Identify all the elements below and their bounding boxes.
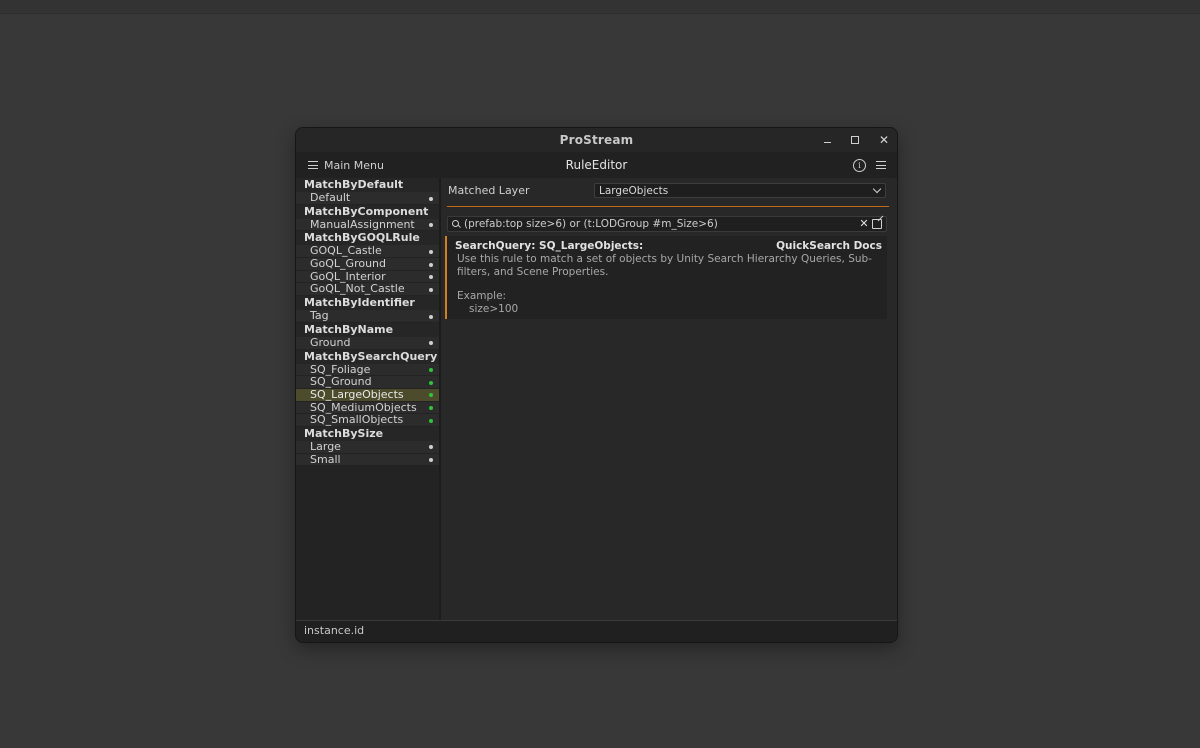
prostream-window: ProStream ✕ Main Menu RuleEditor i Match… [295,127,898,643]
active-status-dot-icon [429,380,433,385]
matched-layer-dropdown[interactable]: LargeObjects [594,183,886,198]
window-title: ProStream [559,133,634,147]
rule-item-label: Ground [310,335,351,349]
rule-group-header[interactable]: MatchByComponent [296,204,439,219]
active-status-dot-icon [429,406,433,411]
rule-help-panel: SearchQuery: SQ_LargeObjects: QuickSearc… [445,236,887,319]
rule-group-header[interactable]: MatchByDefault [296,178,439,192]
status-dot-icon [429,223,433,228]
clear-search-button[interactable]: ✕ [859,217,869,231]
rule-group-header[interactable]: MatchBySize [296,426,439,441]
maximize-icon [851,136,859,144]
status-dot-icon [429,287,433,292]
search-query-text[interactable]: (prefab:top size>6) or (t:LODGroup #m_Si… [464,217,718,231]
rule-list-item[interactable]: SQ_SmallObjects [296,413,439,427]
search-query-input[interactable]: (prefab:top size>6) or (t:LODGroup #m_Si… [447,216,887,232]
active-status-dot-icon [429,418,433,423]
rule-item-label: GoQL_Ground [310,257,387,271]
rule-item-label: GoQL_Interior [310,269,386,283]
status-dot-icon [429,458,433,463]
close-window-button[interactable]: ✕ [871,128,897,152]
help-title: SearchQuery: SQ_LargeObjects: [455,240,644,252]
open-external-icon[interactable] [872,219,882,229]
status-bar: instance.id [296,620,897,642]
rule-item-label: Large [310,439,341,453]
rule-list-item[interactable]: ManualAssignment [296,217,439,232]
active-status-dot-icon [429,368,433,372]
chevron-down-icon [872,184,882,194]
rule-list-item[interactable]: Ground [296,335,439,350]
window-titlebar[interactable]: ProStream ✕ [296,128,897,152]
matched-layer-label: Matched Layer [448,184,530,197]
status-dot-icon [429,275,433,280]
status-text: instance.id [304,624,365,637]
options-menu-icon[interactable] [876,161,886,169]
quicksearch-docs-link[interactable]: QuickSearch Docs [776,239,882,253]
rule-item-label: GoQL_Not_Castle [310,282,405,296]
rule-list-item[interactable]: Small [296,452,439,467]
rule-item-label: SQ_Foliage [310,362,371,376]
active-status-dot-icon [429,393,433,398]
rule-item-label: SQ_SmallObjects [310,413,404,427]
matched-layer-row: Matched Layer LargeObjects [448,181,888,201]
rule-group-header[interactable]: MatchByIdentifier [296,296,439,311]
minimize-icon [823,141,831,143]
rule-detail-panel: Matched Layer LargeObjects (prefab:top s… [441,178,897,620]
rule-item-label: GOQL_Castle [310,244,382,258]
status-dot-icon [429,314,433,319]
help-description: Use this rule to match a set of objects … [457,253,872,278]
rule-item-label: Default [310,191,351,204]
rule-item-label: Tag [310,309,329,323]
rule-group-header[interactable]: MatchByName [296,322,439,337]
matched-layer-value: LargeObjects [599,185,669,197]
status-dot-icon [429,262,433,267]
rule-item-label: SQ_LargeObjects [310,387,404,401]
help-example-value: size>100 [469,303,519,315]
minimize-button[interactable] [814,128,840,152]
help-example-label: Example: [457,290,507,302]
rule-item-label: Small [310,452,341,466]
desktop-background: ProStream ✕ Main Menu RuleEditor i Match… [0,0,1200,748]
rule-group-header[interactable]: MatchByGOQLRule [296,231,439,246]
rule-list-item[interactable]: Tag [296,309,439,323]
rule-list-item[interactable]: GoQL_Not_Castle [296,282,439,297]
status-dot-icon [429,196,433,201]
rule-item-label: SQ_Ground [310,375,372,389]
info-icon[interactable]: i [853,159,866,172]
rule-list-sidebar: MatchByDefault Default MatchByComponent Man… [296,178,440,620]
rule-item-label: ManualAssignment [310,217,415,231]
maximize-button[interactable] [842,128,868,152]
editor-title: RuleEditor [565,158,628,172]
editor-toolbar: Main Menu RuleEditor i [296,152,897,179]
search-icon [452,220,459,227]
rule-group-header[interactable]: MatchBySearchQuery [296,349,439,364]
rule-item-label: SQ_MediumObjects [310,400,417,414]
rule-list-item[interactable]: Default [296,191,439,205]
status-dot-icon [429,249,433,254]
status-dot-icon [429,341,433,346]
close-icon: ✕ [878,133,890,147]
desktop-top-bar [0,0,1200,14]
section-divider [447,206,889,207]
status-dot-icon [429,445,433,450]
